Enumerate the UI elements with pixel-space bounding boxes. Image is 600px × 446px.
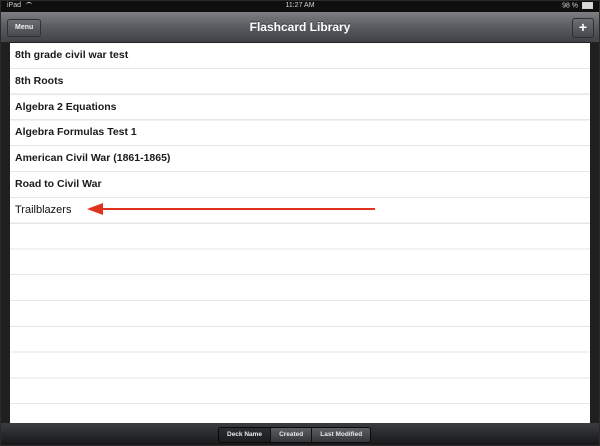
deck-row[interactable]: 8th Roots xyxy=(10,69,590,95)
deck-row[interactable]: Algebra Formulas Test 1 xyxy=(10,120,590,147)
deck-row[interactable]: American Civil War (1861-1865) xyxy=(10,146,590,172)
navigation-bar: Flashcard Library Menu + xyxy=(1,12,599,43)
annotation-arrow-icon xyxy=(87,203,375,215)
battery-icon xyxy=(582,2,593,9)
deck-row[interactable]: 8th grade civil war test xyxy=(10,43,590,69)
add-deck-button[interactable]: + xyxy=(572,18,594,38)
sort-tab-last-modified[interactable]: Last Modified xyxy=(312,428,371,442)
menu-button[interactable]: Menu xyxy=(7,19,42,37)
deck-row[interactable]: Road to Civil War xyxy=(10,172,590,198)
sort-segmented-control: Deck Name Created Last Modified xyxy=(218,427,372,443)
battery-percent: 98 % xyxy=(562,2,579,10)
status-time: 11:27 AM xyxy=(285,2,315,9)
deck-row[interactable]: Algebra 2 Equations xyxy=(10,95,590,121)
sort-tab-deck-name[interactable]: Deck Name xyxy=(219,428,272,442)
page-title: Flashcard Library xyxy=(249,20,351,34)
sort-tab-created[interactable]: Created xyxy=(271,428,313,442)
deck-list: 8th grade civil war test 8th Roots Algeb… xyxy=(10,43,590,423)
status-bar: iPad 11:27 AM 98 % xyxy=(1,1,599,12)
battery-area: 98 % xyxy=(562,2,593,9)
app-window: iPad 11:27 AM 98 % Flashcard Library Men… xyxy=(0,0,600,446)
bottom-toolbar: Deck Name Created Last Modified xyxy=(1,423,599,445)
